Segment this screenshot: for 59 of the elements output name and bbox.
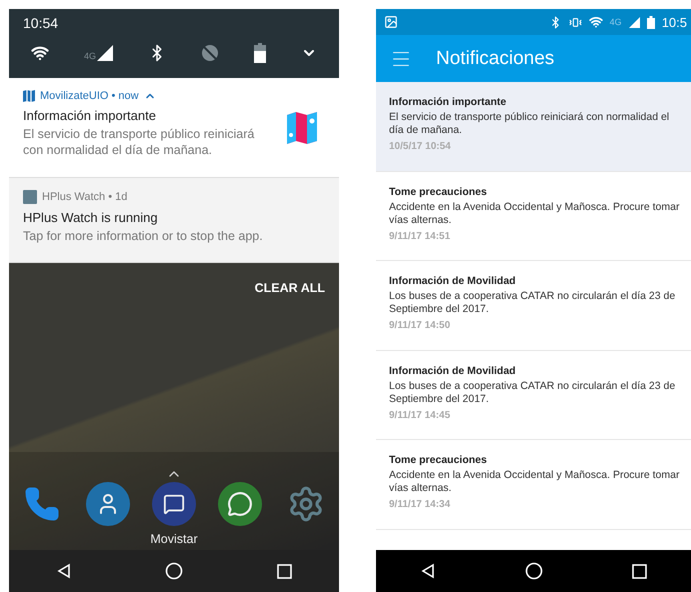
carrier-label: Movistar: [150, 532, 198, 546]
item-body: Accidente en la Avenida Occidental y Mañosca. Procure tomar vías alternas.: [389, 469, 680, 495]
status-time: 10:54: [23, 15, 60, 31]
mobile-signal-indicator[interactable]: 4G: [84, 45, 113, 61]
item-body: Accidente en la Avenida Occidental y Mañosca. Procure tomar vías alternas.: [389, 200, 680, 226]
network-label: 4G: [84, 51, 96, 61]
battery-icon[interactable]: [254, 43, 266, 63]
battery-icon: [646, 16, 655, 28]
rotation-off-icon[interactable]: [200, 44, 219, 62]
recents-icon: [632, 564, 647, 578]
notification-card[interactable]: HPlus Watch • 1d HPlus Watch is running Tap for more information or to stop the app.: [9, 178, 339, 263]
notification-title: HPlus Watch is running: [23, 210, 159, 225]
item-title: Tome precauciones: [389, 454, 488, 466]
app-name: HPlus Watch • 1d: [42, 191, 128, 203]
wifi-icon[interactable]: [31, 44, 49, 62]
recents-button[interactable]: [630, 562, 649, 580]
item-body: El servicio de transporte público reiniciará con normalidad el día de mañana.: [389, 111, 670, 137]
item-date: 9/11/17 14:50: [389, 320, 452, 331]
item-title: Información de Movilidad: [389, 364, 517, 376]
home-button[interactable]: [163, 560, 186, 582]
back-icon: [420, 563, 436, 579]
notification-item[interactable]: Información importante El servicio de transporte público reiniciará con normalidad el día de mañana. 10/5/17 10:54: [376, 82, 691, 172]
notification-body: El servicio de transporte público reiniciará con normalidad el día de mañana.: [23, 126, 256, 158]
item-body: Los buses de a cooperativa CATAR no circularán el día 23 de Septiembre del 2017.: [389, 290, 676, 316]
item-title: Información importante: [389, 96, 508, 108]
home-icon: [165, 562, 184, 580]
contacts-app-icon[interactable]: [86, 482, 130, 526]
network-label: 4G: [610, 17, 622, 27]
image-icon: [384, 15, 398, 29]
notification-card[interactable]: MovilizateUIO • now Información importante El servicio de transporte público reiniciará con normalidad el día de mañana.: [9, 78, 339, 178]
app-title: Notificaciones: [436, 48, 554, 70]
chat-phone-app-icon[interactable]: [218, 482, 262, 526]
folded-map-icon: [285, 110, 319, 146]
item-body: Los buses de a cooperativa CATAR no circularán el día 23 de Septiembre del 2017.: [389, 380, 676, 406]
item-title: Tome precauciones: [389, 186, 488, 198]
recents-button[interactable]: [275, 562, 294, 580]
notification-title: Información importante: [23, 108, 157, 123]
item-date: 10/5/17 10:54: [389, 141, 452, 152]
signal-icon: [628, 16, 640, 28]
item-date: 9/11/17 14:51: [389, 230, 452, 242]
map-icon: [23, 90, 35, 102]
vibrate-icon: [568, 16, 582, 28]
home-button[interactable]: [522, 560, 545, 582]
item-date: 9/11/17 14:34: [389, 499, 452, 510]
clear-all-button[interactable]: CLEAR ALL: [252, 279, 327, 297]
messages-app-icon[interactable]: [152, 482, 196, 526]
notification-item[interactable]: Información de Movilidad Los buses de a cooperativa CATAR no circularán el día 23 de Septiembre del 2017. 9/11/17 14:45: [376, 350, 691, 440]
status-time: 10:5: [662, 14, 687, 30]
app-name: MovilizateUIO • now: [40, 90, 139, 102]
item-title: Información de Movilidad: [389, 275, 517, 287]
back-icon: [56, 563, 72, 579]
item-date: 9/11/17 14:45: [389, 410, 452, 420]
wifi-icon: [588, 15, 603, 29]
signal-icon: [97, 45, 113, 61]
app-square-icon: [23, 190, 37, 204]
recents-icon: [277, 564, 292, 578]
notification-item[interactable]: Tome precauciones Accidente en la Avenida Occidental y Mañosca. Procure tomar vías alternas. 9/11/17 14:51: [376, 172, 691, 261]
home-icon: [524, 562, 543, 580]
notification-body: Tap for more information or to stop the app.: [23, 228, 264, 244]
